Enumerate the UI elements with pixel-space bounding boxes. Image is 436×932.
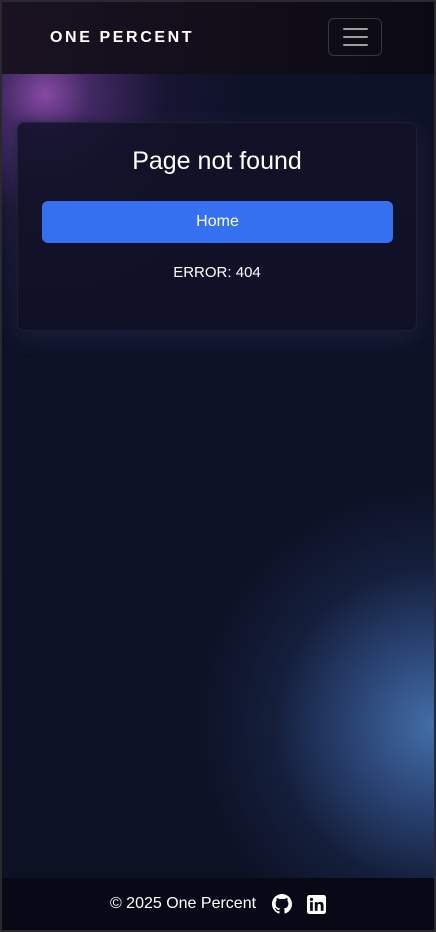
hamburger-menu-icon-bar — [342, 36, 368, 38]
copyright-text: © 2025 One Percent — [109, 895, 257, 912]
not-found-card: Page not found Home ERROR: 404 — [17, 122, 417, 331]
hamburger-menu-icon — [342, 28, 368, 30]
navbar: ONE PERCENT — [2, 2, 434, 74]
hamburger-menu-icon-bar — [342, 44, 368, 46]
page-title: Page not found — [132, 147, 302, 175]
home-button[interactable]: Home — [42, 201, 393, 243]
error-code: ERROR: 404 — [173, 264, 261, 281]
menu-toggle-button[interactable] — [328, 18, 382, 56]
app-frame: ONE PERCENT Page not found Home ERROR: 4… — [2, 2, 434, 930]
linkedin-icon[interactable] — [306, 894, 326, 914]
github-icon[interactable] — [272, 894, 293, 914]
footer: © 2025 One Percent — [2, 878, 434, 930]
brand-logo[interactable]: ONE PERCENT — [50, 29, 194, 47]
